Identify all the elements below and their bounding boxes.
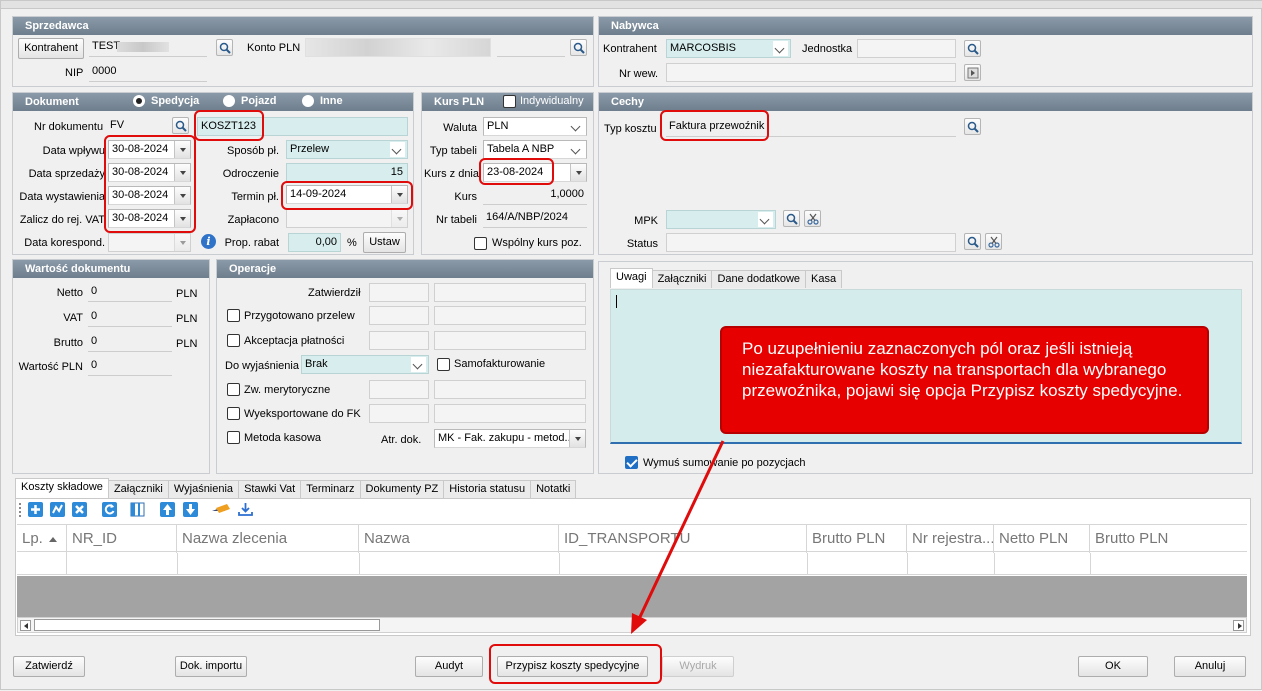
instruction-callout: Po uzupełnieniu zaznaczonych pól oraz je… (720, 326, 1209, 434)
instruction-callout-text: Po uzupełnieniu zaznaczonych pól oraz je… (742, 339, 1183, 400)
document-window: Sprzedawca Kontrahent TEST Konto PLN NIP… (0, 0, 1262, 690)
